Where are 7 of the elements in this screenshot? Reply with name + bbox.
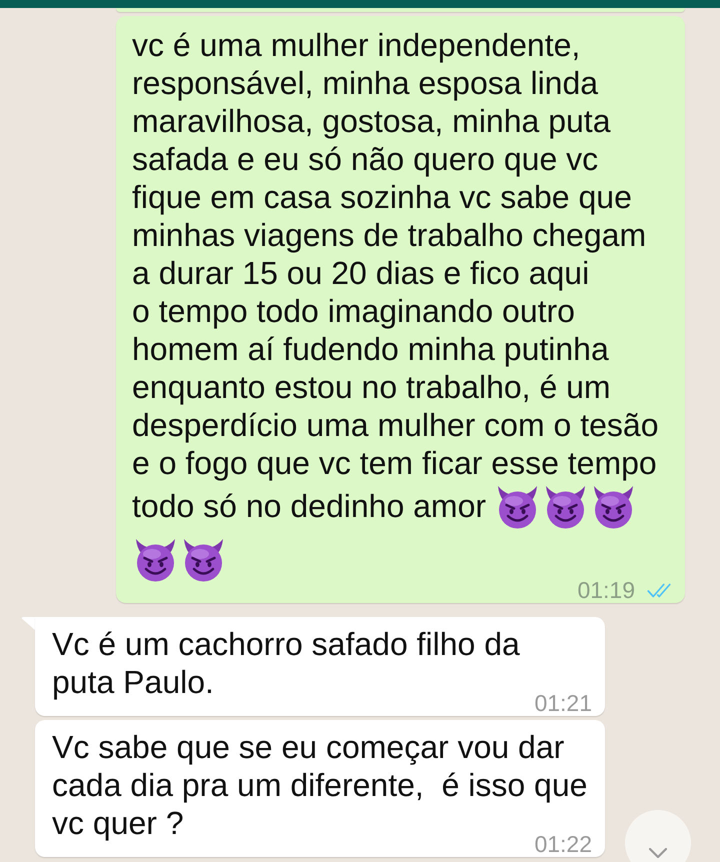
devil-face-icon [181,538,226,582]
message-text: Vc é um cachorro safado filho da puta Paulo. [52,626,521,700]
message-time: 01:19 [577,577,635,603]
chevron-down-icon [649,848,667,858]
message-time: 01:21 [534,690,592,716]
message-text: vc é uma mulher independente, responsável, minha esposa linda maravilhosa, gostosa, minha puta safada e eu só não quero que vc fique em casa sozinha vc sabe que minhas viagens de trabalho chegam a durar 15 ou 20 dias e fico aqui o tempo todo imaginando outro homem aí fudendo minha putinha enquanto estou no trabalho, é um desperdício uma mulher com o tesão e o fogo que vc tem ficar esse tempo todo só no dedinho amor [132,27,668,577]
devil-face-icon [133,538,178,582]
